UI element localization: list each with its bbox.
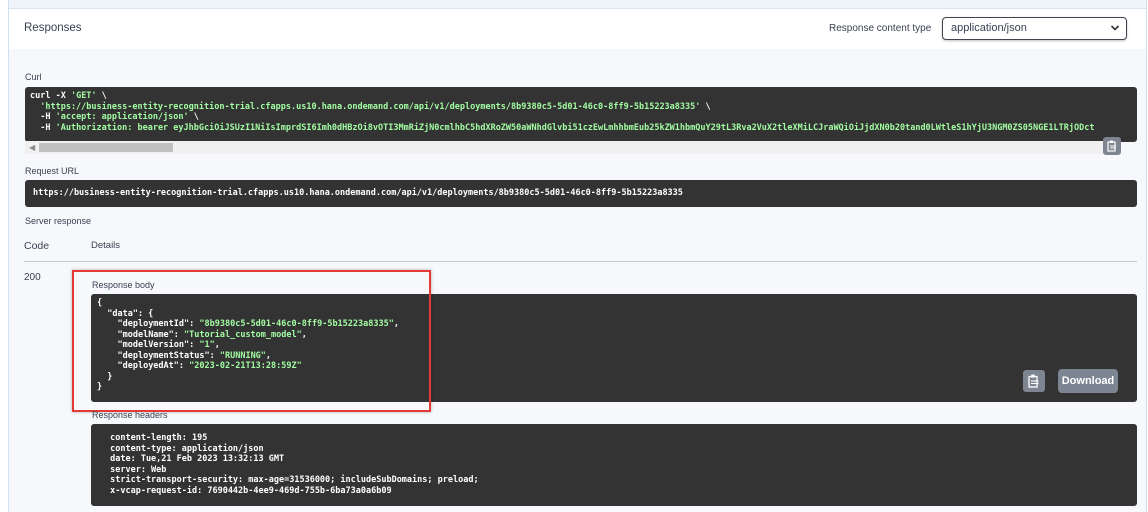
curl-code-block[interactable]: curl -X 'GET' \ 'https://business-entity…	[25, 87, 1137, 142]
details-column-header: Details	[91, 240, 121, 251]
scroll-left-arrow-icon[interactable]: ◀	[29, 143, 35, 152]
curl-line-4-cmd: -H	[30, 122, 56, 133]
curl-line-2: 'https://business-entity-recognition-tri…	[30, 101, 701, 112]
code-column-header: Code	[24, 240, 50, 252]
scrollbar-thumb[interactable]	[39, 143, 173, 152]
header-line: strict-transport-security: max-age=31536…	[105, 475, 484, 485]
top-strip	[9, 0, 1146, 8]
response-status-code: 200	[24, 272, 41, 283]
curl-line-2-tail: \	[700, 101, 711, 112]
content-type-select[interactable]: application/json	[942, 17, 1127, 40]
responses-title: Responses	[24, 22, 82, 34]
curl-lines: curl -X 'GET' \ 'https://business-entity…	[30, 91, 1094, 133]
curl-line-4-str: 'Authorization: bearer eyJhbGciOiJSUzI1N…	[55, 122, 1095, 133]
header-line: content-length: 195	[105, 433, 213, 443]
request-url-value: https://business-entity-recognition-tria…	[33, 188, 683, 198]
curl-label: Curl	[25, 72, 42, 82]
response-body-highlight	[72, 270, 431, 412]
header-line: server: Web	[105, 464, 172, 475]
header-line: content-type: application/json	[105, 443, 269, 454]
clipboard-copy-icon	[1028, 374, 1039, 388]
curl-horizontal-scrollbar[interactable]: ◀	[25, 141, 1105, 154]
header-line: x-vcap-request-id: 7690442b-4ee9-469d-75…	[105, 485, 397, 496]
content-type-value: application/json	[951, 22, 1027, 34]
copy-curl-button[interactable]	[1103, 137, 1121, 155]
chevron-down-icon	[1110, 25, 1120, 31]
responses-header: Responses Response content type applicat…	[9, 8, 1146, 50]
header-line: date: Tue,21 Feb 2023 13:32:13 GMT	[105, 454, 290, 464]
server-response-label: Server response	[25, 216, 92, 226]
responses-panel: Responses Response content type applicat…	[8, 0, 1147, 512]
clipboard-copy-icon	[1107, 140, 1116, 152]
download-button[interactable]: Download	[1058, 369, 1118, 393]
curl-line-1-method: 'GET'	[70, 91, 97, 101]
copy-response-body-button[interactable]	[1023, 370, 1045, 392]
curl-line-1-cmd: curl -X	[30, 91, 71, 101]
table-divider	[24, 261, 1137, 262]
request-url-label: Request URL	[25, 166, 80, 176]
curl-line-3-cmd: -H	[30, 112, 56, 122]
response-headers-block[interactable]: content-length: 195 content-type: applic…	[91, 424, 1137, 506]
response-headers-label: Response headers	[92, 410, 168, 420]
curl-line-3-tail: \	[188, 112, 199, 122]
content-type-label: Response content type	[829, 23, 932, 34]
curl-line-1-tail: \	[96, 91, 107, 101]
curl-line-3-str: 'accept: application/json'	[55, 112, 189, 122]
request-url-block[interactable]: https://business-entity-recognition-tria…	[25, 180, 1137, 207]
response-headers-lines: content-length: 195 content-type: applic…	[105, 433, 484, 496]
